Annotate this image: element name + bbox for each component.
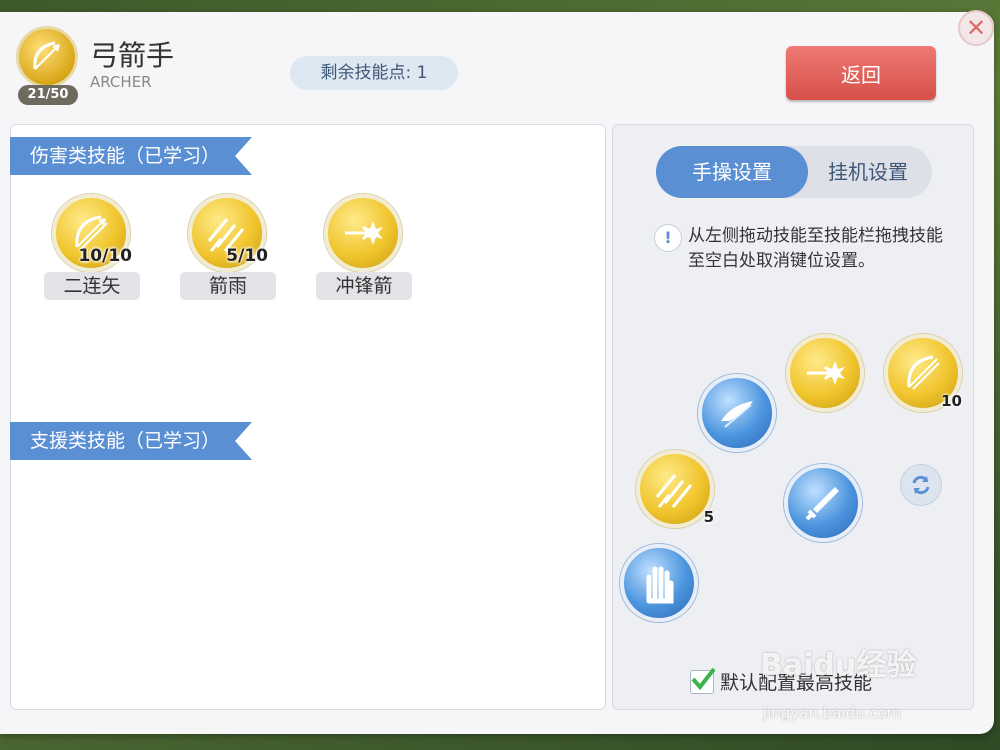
skill-level: 10/10 (78, 246, 132, 266)
slot-arrow-shower[interactable]: 5 (636, 450, 714, 528)
watermark-logo: Baidu经验 (760, 648, 917, 683)
tab-manual-settings[interactable]: 手操设置 (656, 146, 808, 198)
drag-hint-text: 从左侧拖动技能至技能栏拖拽技能至空白处取消键位设置。 (688, 226, 943, 271)
skill-arrow-shower[interactable]: 5/10 (188, 194, 268, 272)
job-level-badge: 21/50 (18, 85, 78, 105)
skill-charge-arrow[interactable] (324, 194, 402, 272)
charge-arrow-icon (345, 221, 383, 245)
skill-points-remaining: 剩余技能点: 1 (290, 56, 458, 90)
job-name-en: ARCHER (90, 73, 152, 91)
close-button[interactable]: ✕ (958, 10, 994, 46)
tab-auto-settings[interactable]: 挂机设置 (804, 146, 932, 198)
default-config-checkbox[interactable] (690, 667, 716, 694)
slot-feather-dash[interactable] (698, 374, 776, 452)
settings-tabs: 挂机设置 手操设置 (656, 146, 932, 198)
slot-attack[interactable] (784, 464, 862, 542)
feather-dash-icon (721, 401, 753, 428)
slot-pickup[interactable] (620, 544, 698, 622)
hand-icon (646, 566, 674, 604)
slot-charge-arrow[interactable] (786, 334, 864, 412)
hotkey-settings-panel (612, 124, 974, 710)
skill-name: 二连矢 (44, 272, 140, 300)
bow-icon (907, 355, 940, 390)
arrow-rain-icon (655, 474, 693, 508)
close-icon: ✕ (965, 14, 987, 42)
slot-badge: 10 (941, 392, 962, 410)
skill-name: 冲锋箭 (316, 272, 412, 300)
skill-level: 5/10 (226, 246, 268, 266)
job-name: 弓箭手 (90, 39, 175, 72)
charge-arrow-icon (807, 361, 845, 385)
skill-double-strafe[interactable]: 10/10 (52, 194, 132, 272)
damage-skills-header: 伤害类技能（已学习） (10, 137, 252, 175)
watermark-url: jingyan.baidu.com (763, 704, 902, 722)
refresh-icon[interactable] (900, 464, 942, 506)
sword-icon (805, 487, 839, 521)
skill-name: 箭雨 (180, 272, 276, 300)
job-emblem-icon (16, 26, 78, 88)
support-skills-header: 支援类技能（已学习） (10, 422, 252, 460)
slot-badge: 5 (703, 508, 714, 526)
slot-double-strafe[interactable]: 10 (884, 334, 962, 412)
info-icon: ! (654, 224, 682, 252)
checkmark-icon (691, 667, 716, 691)
back-button[interactable]: 返回 (786, 46, 936, 100)
